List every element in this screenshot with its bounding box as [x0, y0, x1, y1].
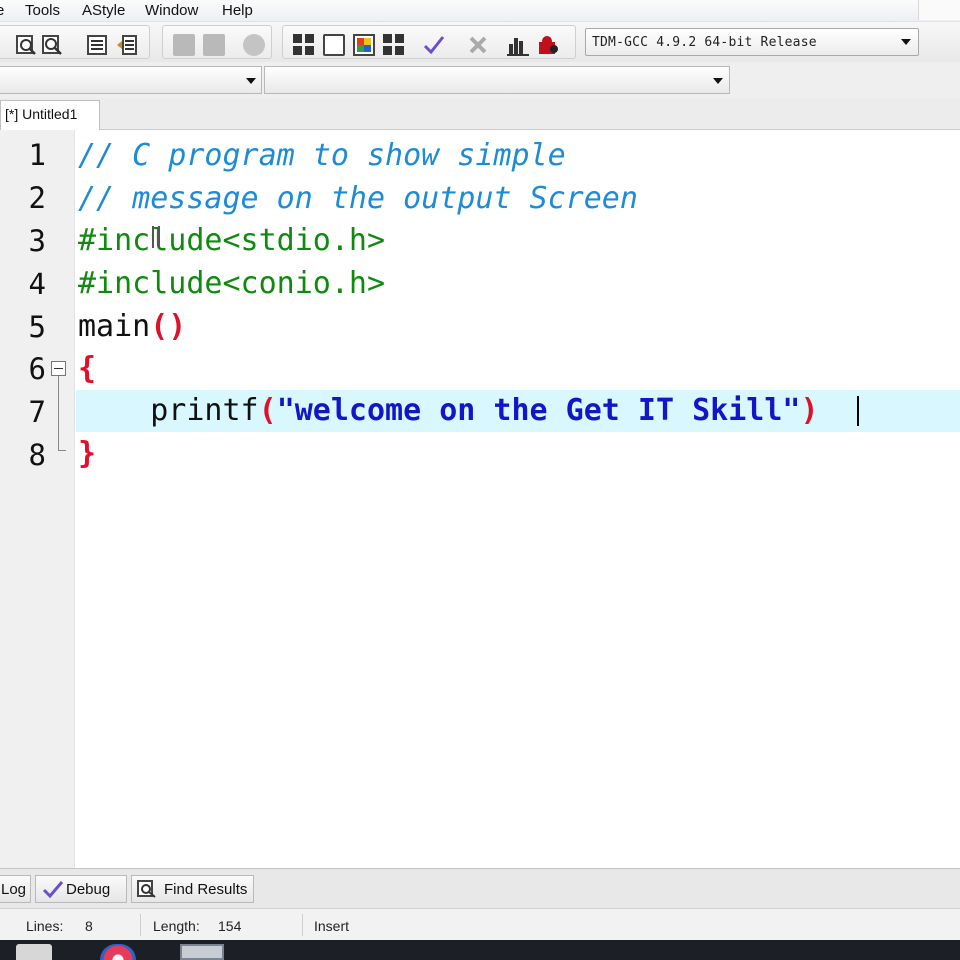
class-icon[interactable] — [353, 34, 375, 56]
function-name: main — [78, 309, 151, 344]
text-caret — [857, 396, 859, 426]
fold-guide — [58, 376, 59, 450]
code-line-1: // C program to show simple — [78, 138, 566, 173]
chart-icon[interactable] — [507, 34, 529, 56]
profile-icon[interactable] — [537, 34, 559, 56]
status-divider — [302, 914, 303, 936]
taskbar-window-icon[interactable] — [180, 944, 224, 960]
editor-tabs: [*] Untitled1 — [0, 98, 960, 130]
compiler-select-value: TDM-GCC 4.9.2 64-bit Release — [592, 35, 817, 50]
line-number: 5 — [28, 310, 46, 344]
forward-icon[interactable] — [203, 34, 225, 56]
replace-icon[interactable] — [41, 34, 63, 56]
chevron-down-icon[interactable] — [901, 39, 911, 45]
parens: () — [150, 309, 187, 344]
line-number-gutter: 1 2 3 4 5 6 7 8 — [0, 130, 75, 868]
code-line-3: #include<stdio.h> — [78, 223, 386, 258]
status-divider — [140, 914, 141, 936]
line-number: 2 — [28, 181, 46, 215]
member-combo[interactable] — [264, 66, 730, 94]
line-number: 8 — [28, 438, 46, 472]
window-icon[interactable] — [323, 34, 345, 56]
check-icon[interactable] — [423, 34, 445, 56]
tab-debug[interactable]: Debug — [35, 875, 127, 903]
menu-help[interactable]: Help — [222, 2, 253, 19]
find-icon — [137, 880, 157, 902]
compiler-select[interactable]: TDM-GCC 4.9.2 64-bit Release — [585, 28, 919, 56]
class-combo[interactable] — [0, 66, 262, 94]
taskbar — [0, 940, 960, 960]
menu-bar: e Tools AStyle Window Help — [0, 0, 960, 22]
menu-window[interactable]: Window — [145, 2, 198, 19]
toolbar-group-bookmarks — [162, 25, 272, 59]
line-number: 7 — [28, 395, 46, 429]
unindent-icon[interactable] — [116, 34, 138, 56]
grid-icon[interactable] — [383, 34, 405, 56]
menu-astyle[interactable]: AStyle — [82, 2, 125, 19]
lines-value: 8 — [85, 918, 93, 934]
taskbar-app-icon[interactable] — [16, 944, 52, 960]
ibeam-cursor-icon — [152, 226, 160, 248]
status-bar: Lines: 8 Length: 154 Insert — [0, 908, 960, 940]
bottom-panel-tabs: Log Debug Find Results — [0, 868, 960, 908]
code-line-8: } — [78, 436, 97, 471]
taskbar-browser-icon[interactable] — [100, 944, 136, 960]
tab-find-results[interactable]: Find Results — [131, 875, 254, 903]
code-line-5: main() — [78, 306, 186, 348]
stop-icon[interactable] — [467, 34, 489, 56]
code-line-2: // message on the output Screen — [78, 181, 638, 216]
tab-compile-log[interactable]: Log — [0, 875, 31, 903]
line-number: 6 — [28, 352, 46, 386]
toggle-icon[interactable] — [243, 34, 265, 56]
back-icon[interactable] — [173, 34, 195, 56]
open-paren: ( — [258, 393, 277, 428]
line-number: 1 — [28, 138, 46, 172]
tab-find-results-label: Find Results — [164, 881, 248, 898]
code-line-7: printf("welcome on the Get IT Skill") — [78, 390, 819, 432]
toolbar-group-build — [282, 25, 576, 59]
insert-mode: Insert — [314, 918, 350, 934]
tab-debug-label: Debug — [66, 881, 111, 898]
chevron-down-icon[interactable] — [246, 78, 256, 84]
new-project-icon[interactable] — [293, 34, 315, 56]
length-value: 154 — [218, 918, 242, 934]
find-icon[interactable] — [15, 34, 37, 56]
tab-untitled1[interactable]: [*] Untitled1 — [0, 100, 100, 130]
lines-label: Lines: — [26, 918, 64, 934]
code-line-6: { — [78, 351, 97, 386]
line-number: 4 — [28, 267, 46, 301]
length-label: Length: — [153, 918, 200, 934]
close-paren: ) — [800, 393, 819, 428]
fold-guide-end — [58, 450, 66, 451]
line-number: 3 — [28, 224, 46, 258]
class-browser-row — [0, 62, 960, 98]
menu-tools[interactable]: Tools — [25, 2, 60, 19]
string-literal: "welcome on the Get IT Skill" — [276, 393, 801, 428]
toolbar-group-edit — [0, 25, 150, 59]
dev-cpp-window: e Tools AStyle Window Help TDM-GCC 4.9.2… — [0, 0, 960, 960]
check-icon — [42, 880, 64, 902]
indent-icon[interactable] — [86, 34, 108, 56]
tab-compile-log-label: Log — [1, 881, 27, 898]
menu-bar-corner — [918, 0, 960, 20]
code-line-4: #include<conio.h> — [78, 266, 386, 301]
chevron-down-icon[interactable] — [713, 78, 723, 84]
printf-call: printf — [78, 393, 259, 428]
fold-toggle-icon[interactable] — [51, 361, 66, 376]
menu-file[interactable]: e — [0, 2, 4, 19]
code-editor[interactable]: 1 2 3 4 5 6 7 8 // C program to show sim… — [0, 130, 960, 868]
